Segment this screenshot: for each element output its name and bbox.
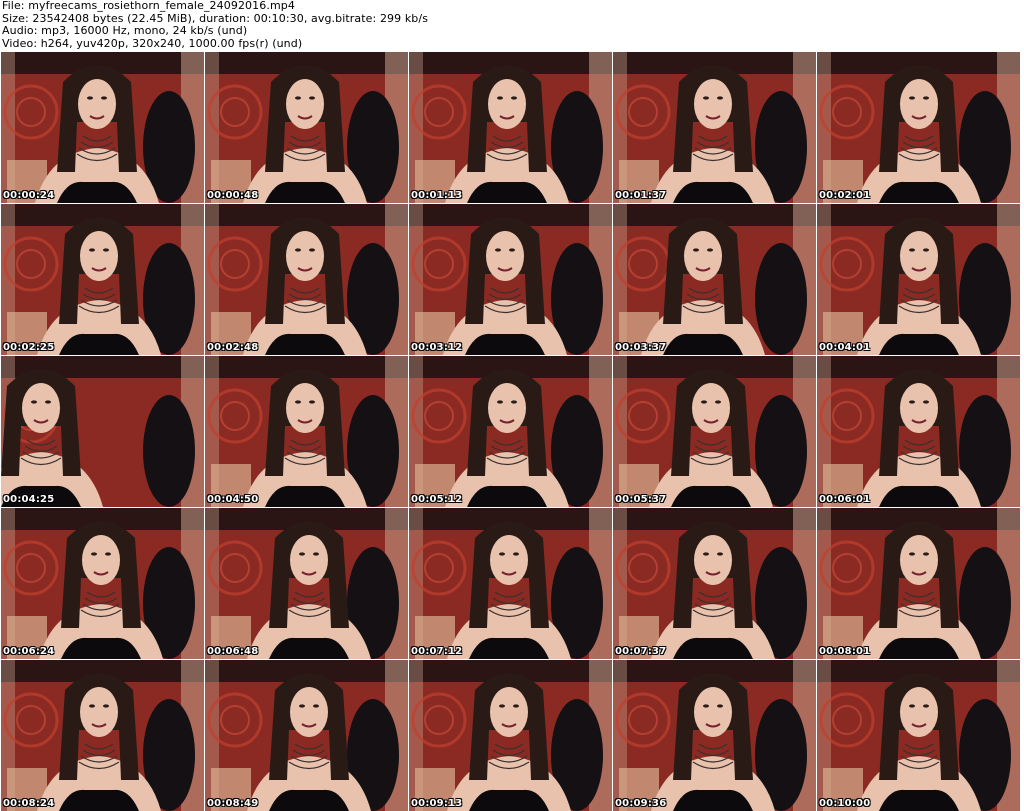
- video-thumbnail: 00:03:37: [613, 204, 816, 355]
- frame-image: [817, 508, 1020, 659]
- timestamp-label: 00:09:36: [615, 798, 667, 809]
- video-info-line: Video: h264, yuv420p, 320x240, 1000.00 f…: [2, 36, 303, 50]
- video-thumbnail: 00:01:13: [409, 52, 612, 203]
- timestamp-label: 00:10:00: [819, 798, 871, 809]
- timestamp-label: 00:02:01: [819, 190, 871, 201]
- video-thumbnail: 00:02:01: [817, 52, 1020, 203]
- timestamp-label: 00:02:48: [207, 342, 259, 353]
- timestamp-label: 00:05:37: [615, 494, 667, 505]
- timestamp-label: 00:07:12: [411, 646, 463, 657]
- frame-image: [409, 508, 612, 659]
- file-name-line: File: myfreecams_rosiethorn_female_24092…: [2, 0, 295, 12]
- frame-image: [205, 660, 408, 811]
- frame-image: [409, 356, 612, 507]
- timestamp-label: 00:04:25: [3, 494, 55, 505]
- video-thumbnail: 00:09:36: [613, 660, 816, 811]
- video-thumbnail: 00:08:24: [1, 660, 204, 811]
- frame-image: [613, 508, 816, 659]
- frame-image: [817, 204, 1020, 355]
- frame-image: [1, 52, 204, 203]
- video-thumbnail: 00:00:48: [205, 52, 408, 203]
- video-thumbnail: 00:08:01: [817, 508, 1020, 659]
- timestamp-label: 00:03:12: [411, 342, 463, 353]
- video-thumbnail: 00:05:37: [613, 356, 816, 507]
- frame-image: [409, 204, 612, 355]
- frame-image: [1, 660, 204, 811]
- frame-image: [205, 356, 408, 507]
- timestamp-label: 00:06:24: [3, 646, 55, 657]
- video-thumbnail: 00:03:12: [409, 204, 612, 355]
- frame-image: [1, 508, 204, 659]
- video-thumbnail: 00:08:49: [205, 660, 408, 811]
- video-thumbnail: 00:04:25: [1, 356, 204, 507]
- frame-image: [817, 660, 1020, 811]
- timestamp-label: 00:04:50: [207, 494, 259, 505]
- video-thumbnail: 00:05:12: [409, 356, 612, 507]
- timestamp-label: 00:07:37: [615, 646, 667, 657]
- frame-image: [613, 52, 816, 203]
- video-thumbnail: 00:07:37: [613, 508, 816, 659]
- timestamp-label: 00:06:01: [819, 494, 871, 505]
- frame-image: [409, 660, 612, 811]
- timestamp-label: 00:08:01: [819, 646, 871, 657]
- video-thumbnail: 00:04:01: [817, 204, 1020, 355]
- video-thumbnail: 00:04:50: [205, 356, 408, 507]
- video-thumbnail: 00:06:24: [1, 508, 204, 659]
- video-thumbnail: 00:10:00: [817, 660, 1020, 811]
- audio-info-line: Audio: mp3, 16000 Hz, mono, 24 kb/s (und…: [2, 24, 248, 37]
- timestamp-label: 00:04:01: [819, 342, 871, 353]
- frame-image: [1, 356, 204, 507]
- timestamp-label: 00:01:13: [411, 190, 463, 201]
- video-thumbnail: 00:02:48: [205, 204, 408, 355]
- video-thumbnail: 00:09:13: [409, 660, 612, 811]
- frame-image: [613, 660, 816, 811]
- frame-image: [613, 204, 816, 355]
- video-thumbnail: 00:06:48: [205, 508, 408, 659]
- video-thumbnail: 00:02:25: [1, 204, 204, 355]
- file-info-header: File: myfreecams_rosiethorn_female_24092…: [2, 0, 428, 50]
- timestamp-label: 00:03:37: [615, 342, 667, 353]
- video-thumbnail: 00:01:37: [613, 52, 816, 203]
- frame-image: [205, 52, 408, 203]
- frame-image: [817, 52, 1020, 203]
- video-thumbnail: 00:07:12: [409, 508, 612, 659]
- timestamp-label: 00:09:13: [411, 798, 463, 809]
- frame-image: [409, 52, 612, 203]
- timestamp-label: 00:02:25: [3, 342, 55, 353]
- frame-image: [613, 356, 816, 507]
- video-thumbnail: 00:00:24: [1, 52, 204, 203]
- timestamp-label: 00:06:48: [207, 646, 259, 657]
- timestamp-label: 00:08:49: [207, 798, 259, 809]
- video-thumbnail: 00:06:01: [817, 356, 1020, 507]
- frame-image: [205, 204, 408, 355]
- timestamp-label: 00:05:12: [411, 494, 463, 505]
- thumbnail-grid: 00:00:24 00:00:48 00:01:13 00:01:37 00:02:01…: [1, 52, 1020, 811]
- timestamp-label: 00:00:24: [3, 190, 55, 201]
- frame-image: [817, 356, 1020, 507]
- frame-image: [205, 508, 408, 659]
- timestamp-label: 00:08:24: [3, 798, 55, 809]
- timestamp-label: 00:01:37: [615, 190, 667, 201]
- timestamp-label: 00:00:48: [207, 190, 259, 201]
- frame-image: [1, 204, 204, 355]
